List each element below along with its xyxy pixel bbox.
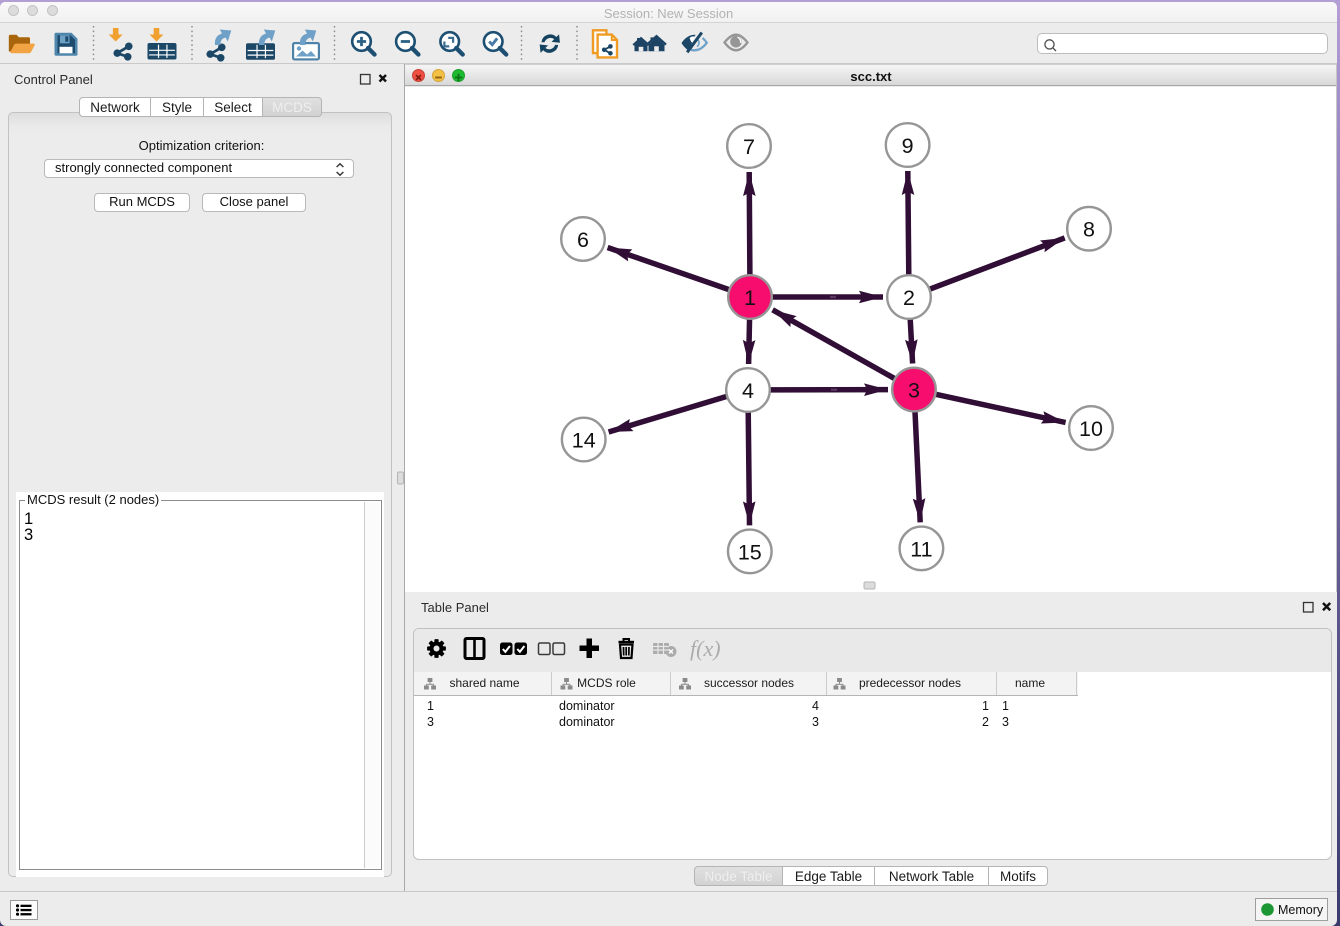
svg-text:1: 1 <box>744 286 756 310</box>
svg-text:15: 15 <box>738 540 762 564</box>
svg-text:f(x): f(x) <box>690 636 721 661</box>
svg-text:14: 14 <box>572 429 596 453</box>
svg-text:9: 9 <box>902 134 914 158</box>
svg-text:10: 10 <box>1079 417 1103 441</box>
svg-text:2: 2 <box>903 286 915 310</box>
svg-text:6: 6 <box>577 228 589 252</box>
svg-text:4: 4 <box>742 379 754 403</box>
svg-text:7: 7 <box>743 135 755 159</box>
svg-text:11: 11 <box>910 537 932 561</box>
svg-text:3: 3 <box>908 379 920 403</box>
svg-text:8: 8 <box>1083 218 1095 242</box>
